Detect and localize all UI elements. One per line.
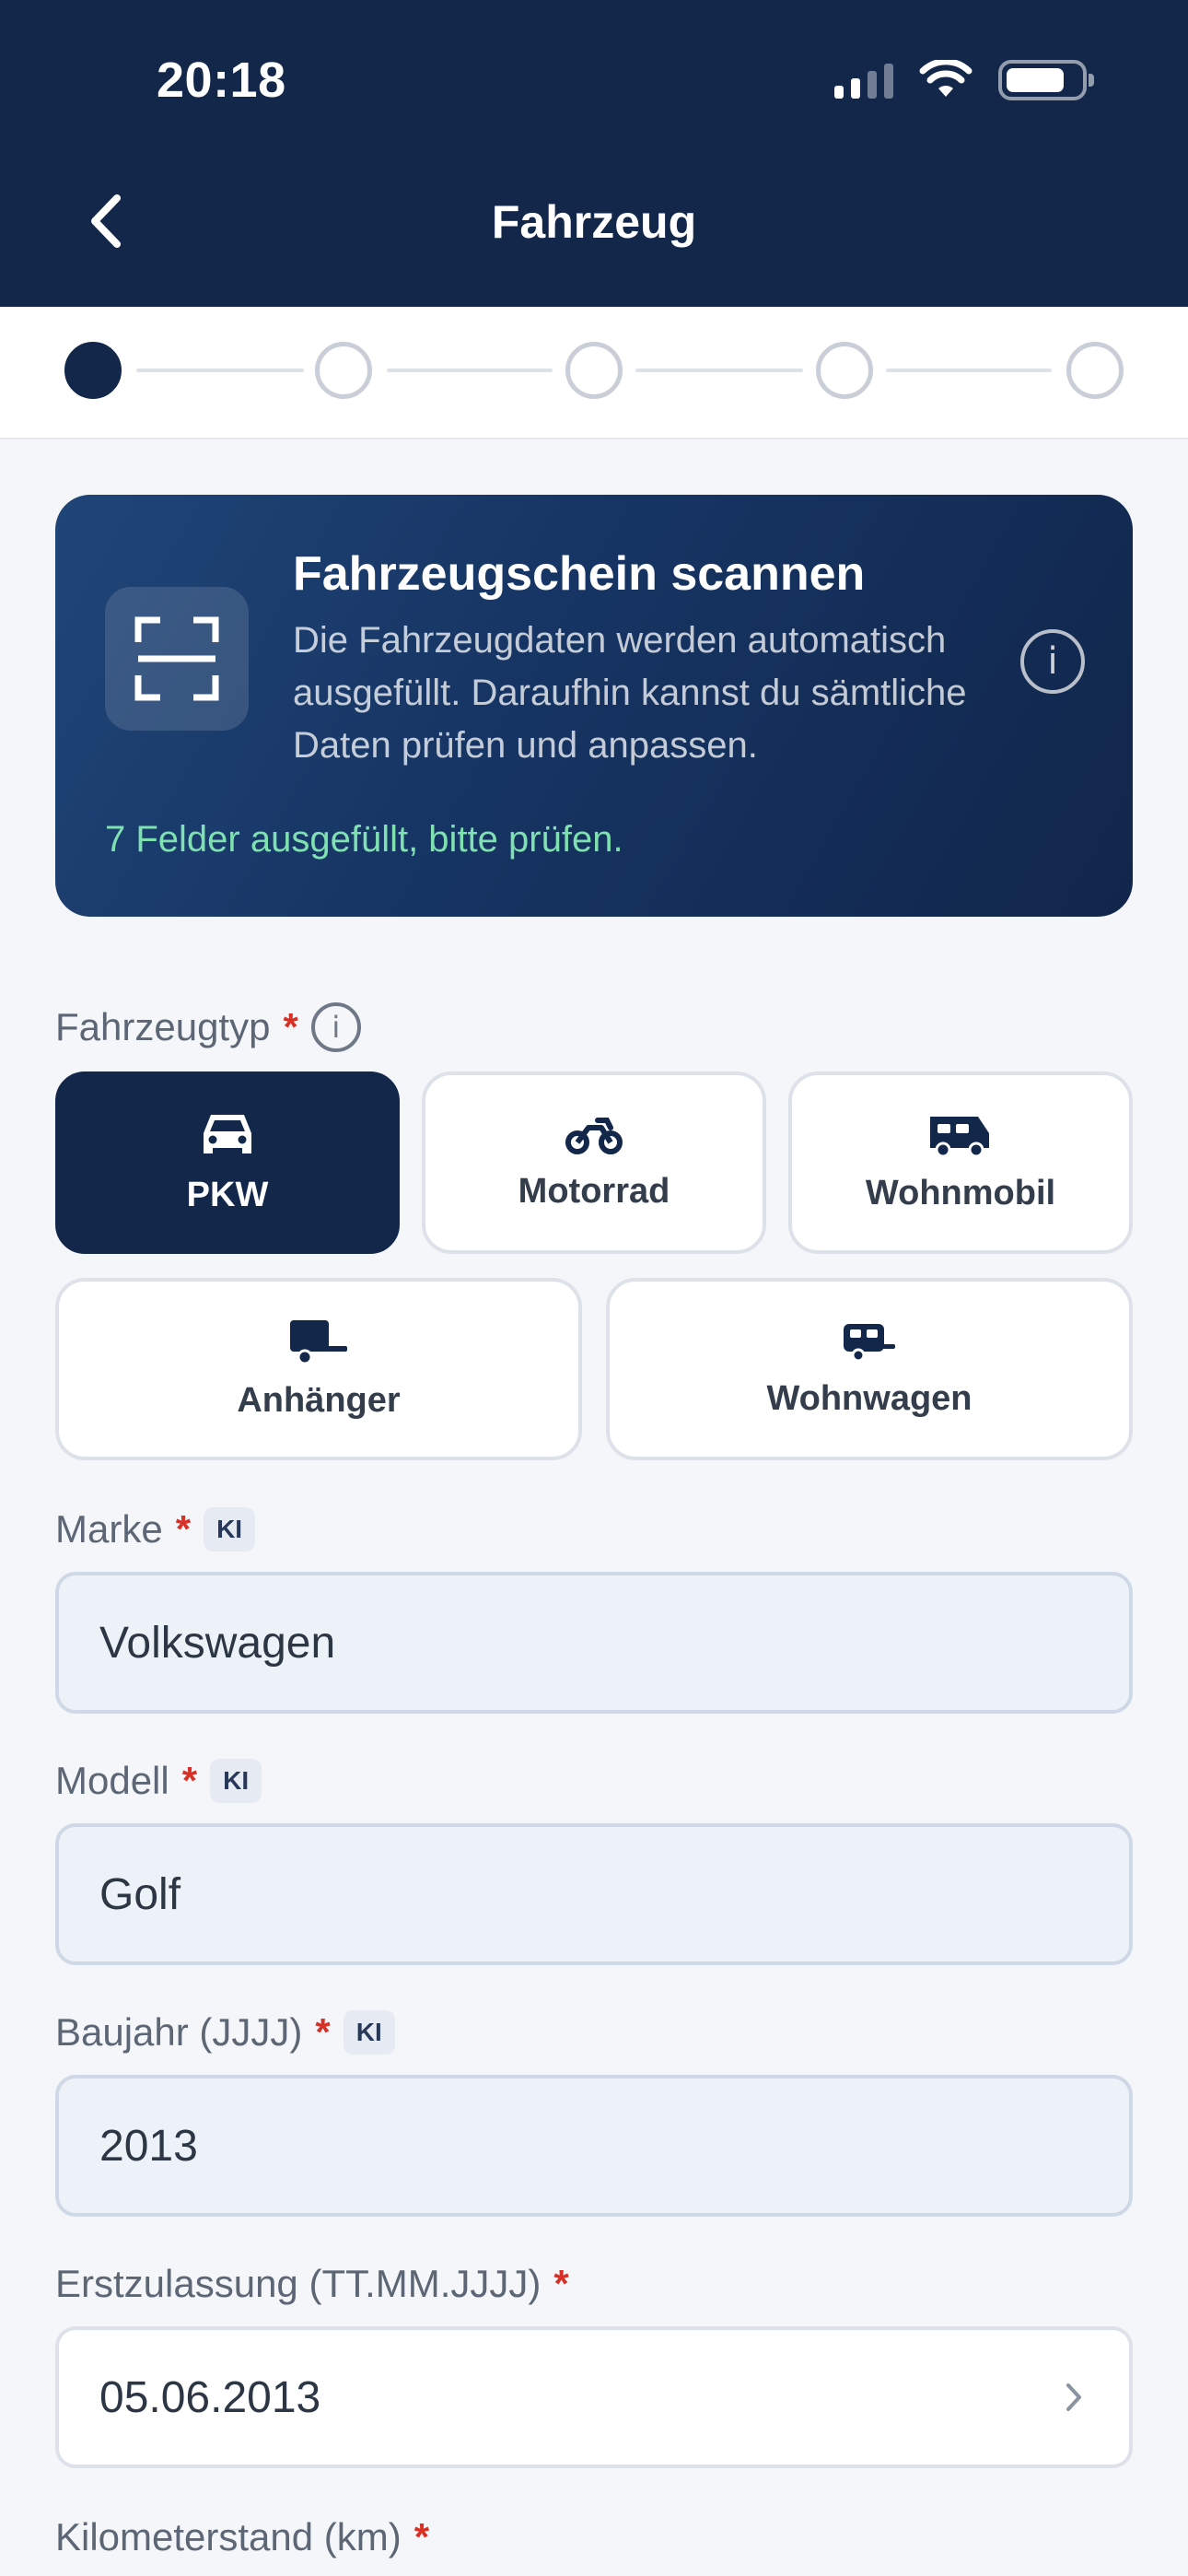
required-marker: * (553, 2262, 569, 2305)
erstzulassung-date-picker[interactable]: 05.06.2013 (55, 2326, 1133, 2468)
modell-label: Modell * KI (55, 1759, 262, 1803)
vehicle-type-label: PKW (186, 1175, 269, 1214)
erstzulassung-label: Erstzulassung (TT.MM.JJJJ) * (55, 2262, 569, 2306)
baujahr-label: Baujahr (JJJJ) * KI (55, 2010, 395, 2055)
scan-status-text: 7 Felder ausgefüllt, bitte prüfen. (105, 819, 623, 860)
vehicle-type-anhaenger[interactable]: Anhänger (55, 1278, 582, 1460)
status-time: 20:18 (157, 53, 286, 108)
vehicle-type-label: Fahrzeugtyp * i (55, 1002, 361, 1052)
step-connector (635, 369, 803, 372)
page-title: Fahrzeug (491, 196, 697, 248)
scan-document-icon (105, 587, 249, 731)
vehicle-type-label: Motorrad (518, 1171, 670, 1211)
label-text: Baujahr (JJJJ) (55, 2010, 303, 2054)
wifi-icon (919, 60, 973, 97)
vehicle-type-pkw[interactable]: PKW (55, 1071, 400, 1254)
required-marker: * (175, 1507, 192, 1551)
motorcycle-icon (565, 1117, 623, 1154)
marke-input[interactable]: Volkswagen (55, 1572, 1133, 1714)
camper-van-icon (930, 1116, 989, 1157)
required-marker: * (283, 1005, 298, 1048)
trailer-icon (290, 1319, 347, 1364)
ai-badge: KI (343, 2010, 395, 2055)
vehicle-type-label: Wohnmobil (865, 1173, 1056, 1212)
input-value: 05.06.2013 (99, 2372, 321, 2422)
step-3 (565, 342, 623, 399)
baujahr-input[interactable]: 2013 (55, 2075, 1133, 2217)
step-connector (387, 369, 553, 372)
status-icons (834, 57, 1094, 103)
step-4 (816, 342, 873, 399)
scan-card-title: Fahrzeugschein scannen (293, 547, 866, 601)
label-text: Marke (55, 1507, 163, 1551)
ai-badge: KI (204, 1507, 256, 1551)
ai-badge: KI (210, 1759, 262, 1803)
cellular-signal-icon (834, 62, 893, 99)
step-1 (64, 342, 122, 399)
label-text: Kilometerstand (km) (55, 2515, 402, 2558)
label-text: Erstzulassung (TT.MM.JJJJ) (55, 2262, 542, 2305)
vehicle-type-label: Wohnwagen (766, 1378, 973, 1418)
step-2 (315, 342, 372, 399)
chevron-right-icon (1066, 2383, 1081, 2411)
info-icon[interactable]: i (310, 1002, 361, 1052)
scan-card-description: Die Fahrzeugdaten werden automatisch aus… (293, 620, 967, 766)
app-header: 20:18 Fahrzeug (0, 0, 1188, 307)
step-connector (886, 369, 1052, 372)
vehicle-type-motorrad[interactable]: Motorrad (422, 1071, 766, 1254)
required-marker: * (181, 1759, 198, 1802)
caravan-icon (844, 1323, 895, 1362)
kilometerstand-label: Kilometerstand (km) * (55, 2515, 429, 2559)
marke-label: Marke * KI (55, 1507, 256, 1551)
label-text: Fahrzeugtyp (55, 1005, 271, 1048)
label-text: Modell (55, 1759, 169, 1802)
input-value: Volkswagen (99, 1618, 336, 1668)
scan-registration-card[interactable]: Fahrzeugschein scannen Die Fahrzeugdaten… (55, 495, 1133, 917)
info-icon[interactable]: i (1020, 629, 1085, 694)
step-5 (1066, 342, 1124, 399)
progress-stepper (0, 307, 1188, 439)
vehicle-type-label: Anhänger (237, 1380, 401, 1420)
vehicle-type-wohnmobil[interactable]: Wohnmobil (788, 1071, 1133, 1254)
battery-icon (998, 60, 1094, 100)
input-value: 2013 (99, 2121, 198, 2171)
required-marker: * (413, 2515, 430, 2558)
input-value: Golf (99, 1869, 181, 1919)
step-connector (136, 369, 304, 372)
vehicle-type-wohnwagen[interactable]: Wohnwagen (606, 1278, 1133, 1460)
modell-input[interactable]: Golf (55, 1823, 1133, 1965)
car-icon (204, 1114, 251, 1153)
required-marker: * (315, 2010, 331, 2054)
